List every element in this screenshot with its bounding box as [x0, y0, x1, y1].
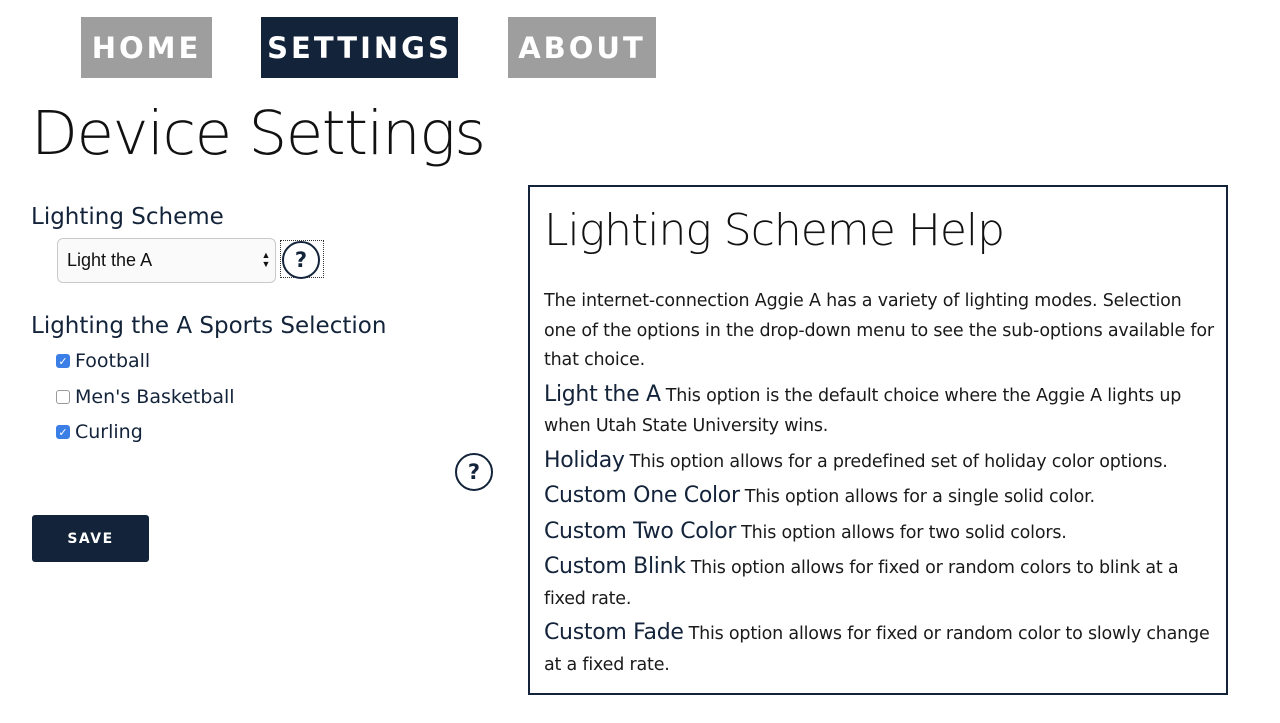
save-button[interactable]: SAVE	[32, 515, 149, 562]
lighting-scheme-heading: Lighting Scheme	[31, 204, 224, 230]
help-item-custom-two-color: Custom Two Color This option allows for t…	[544, 517, 1214, 549]
help-item-custom-blink: Custom Blink This option allows for fixed…	[544, 552, 1214, 614]
help-intro-text: The internet-connection Aggie A has a va…	[544, 291, 1214, 370]
help-term: Custom Two Color	[544, 518, 737, 544]
help-term: Holiday	[544, 447, 625, 473]
help-term: Custom One Color	[544, 483, 740, 508]
help-description: This option allows for a single solid co…	[744, 487, 1095, 507]
check-icon: ✓	[58, 354, 68, 368]
nav-settings-button[interactable]: SETTINGS	[261, 17, 458, 78]
sport-option-football[interactable]: ✓ Football	[56, 349, 150, 373]
sports-help-button[interactable]: ?	[455, 453, 493, 491]
sport-option-curling[interactable]: ✓ Curling	[56, 420, 143, 444]
lighting-scheme-select[interactable]: Light the A ▲ ▼	[57, 238, 276, 283]
sport-option-mens-basketball[interactable]: Men's Basketball	[56, 385, 235, 409]
nav-about-button[interactable]: ABOUT	[508, 17, 656, 78]
help-term: Light the A	[544, 381, 661, 407]
sport-option-label: Football	[75, 350, 151, 372]
page-title: Device Settings	[31, 98, 486, 169]
nav-home-button[interactable]: HOME	[81, 17, 212, 78]
football-checkbox[interactable]: ✓	[56, 354, 70, 368]
help-panel-title: Lighting Scheme Help	[544, 205, 1005, 256]
help-item-light-the-a: Light the A This option is the default ch…	[544, 380, 1214, 442]
lighting-scheme-help-button[interactable]: ?	[282, 241, 320, 279]
help-term: Custom Blink	[544, 554, 686, 579]
help-description: This option allows for two solid colors.	[741, 522, 1067, 543]
mens-basketball-checkbox[interactable]	[56, 390, 70, 404]
question-mark-icon: ?	[294, 248, 308, 272]
help-item-holiday: Holiday This option allows for a predefin…	[544, 446, 1214, 478]
help-description: This option allows for a predefined set …	[629, 451, 1168, 472]
up-down-arrows-icon: ▲ ▼	[261, 250, 271, 269]
sport-option-label: Curling	[75, 421, 143, 443]
help-item-custom-one-color: Custom One Color This option allows for a…	[544, 481, 1214, 513]
sports-selection-heading: Lighting the A Sports Selection	[31, 313, 387, 339]
lighting-scheme-selected-value: Light the A	[67, 250, 153, 270]
help-panel: Lighting Scheme Help The internet-connec…	[528, 185, 1228, 695]
question-mark-icon: ?	[467, 460, 481, 484]
sport-option-label: Men's Basketball	[75, 386, 235, 408]
help-term: Custom Fade	[544, 620, 684, 645]
check-icon: ✓	[58, 425, 68, 439]
help-item-custom-fade: Custom Fade This option allows for fixed …	[544, 618, 1214, 680]
curling-checkbox[interactable]: ✓	[56, 425, 70, 439]
